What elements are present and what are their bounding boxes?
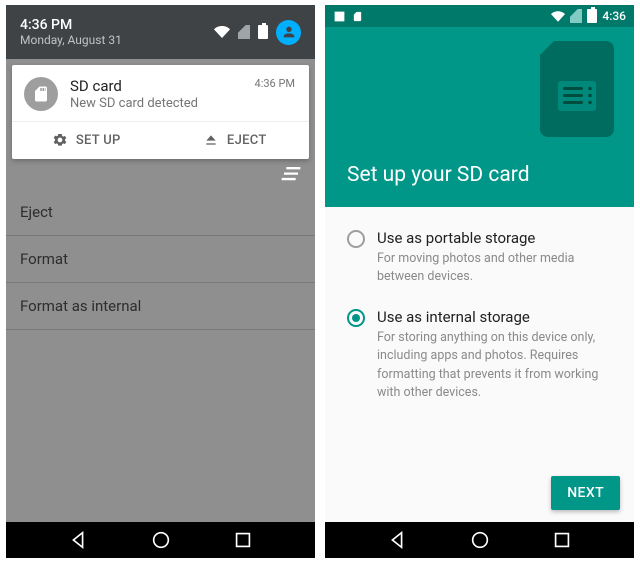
setup-label: SET UP [76, 133, 121, 148]
home-button[interactable] [469, 529, 491, 551]
status-right: 4:36 [551, 9, 626, 23]
eject-icon [203, 132, 219, 148]
radio-internal[interactable] [347, 309, 365, 327]
internal-title: Use as internal storage [377, 308, 608, 326]
portable-desc: For moving photos and other media betwee… [377, 250, 608, 286]
notification-text: SD card New SD card detected [70, 77, 243, 111]
footer: NEXT [325, 476, 634, 522]
option-portable-text: Use as portable storage For moving photo… [377, 229, 608, 286]
image-icon [333, 10, 346, 23]
status-time: 4:36 [602, 9, 626, 23]
notification-actions: SET UP EJECT [12, 121, 309, 159]
internal-desc: For storing anything on this device only… [377, 329, 608, 402]
status-icons [214, 20, 301, 45]
wifi-icon [214, 26, 230, 38]
battery-icon [587, 9, 597, 23]
time-label: 4:36 PM [20, 17, 214, 34]
hero-section: Set up your SD card [325, 27, 634, 207]
navigation-bar [325, 522, 634, 558]
navigation-bar [6, 522, 315, 558]
sd-card-illustration [540, 41, 614, 137]
gear-icon [52, 132, 68, 148]
datetime-block: 4:36 PM Monday, August 31 [20, 17, 214, 48]
status-left [333, 10, 363, 23]
page-title: Set up your SD card [347, 163, 530, 187]
left-content: 4:36 PM Monday, August 31 SD card New S [6, 5, 315, 522]
sd-card-notification[interactable]: SD card New SD card detected 4:36 PM SET… [12, 65, 309, 159]
portable-title: Use as portable storage [377, 229, 608, 247]
menu-format[interactable]: Format [6, 236, 315, 283]
wifi-icon [551, 11, 565, 22]
sd-icon [352, 10, 363, 23]
status-bar: 4:36 [325, 5, 634, 27]
battery-icon [258, 25, 268, 39]
phone-right: 4:36 Set up your SD card Use as portable… [325, 5, 634, 558]
clear-all-icon [281, 167, 301, 181]
setup-button[interactable]: SET UP [12, 122, 161, 159]
back-button[interactable] [67, 529, 89, 551]
date-label: Monday, August 31 [20, 33, 214, 47]
notification-time: 4:36 PM [255, 77, 295, 90]
user-avatar[interactable] [276, 20, 301, 45]
back-button[interactable] [386, 529, 408, 551]
notification-subtitle: New SD card detected [70, 96, 243, 111]
phone-left: 4:36 PM Monday, August 31 SD card New S [6, 5, 315, 558]
overview-button[interactable] [232, 529, 254, 551]
home-button[interactable] [150, 529, 172, 551]
notification-body: SD card New SD card detected 4:36 PM [12, 65, 309, 121]
next-button[interactable]: NEXT [551, 476, 620, 510]
radio-portable[interactable] [347, 230, 365, 248]
sim-icon [238, 25, 250, 39]
sim-icon [570, 9, 582, 23]
storage-options: Use as portable storage For moving photo… [325, 207, 634, 476]
option-portable[interactable]: Use as portable storage For moving photo… [347, 229, 608, 286]
right-content: 4:36 Set up your SD card Use as portable… [325, 5, 634, 522]
notification-title: SD card [70, 77, 243, 95]
option-internal[interactable]: Use as internal storage For storing anyt… [347, 308, 608, 402]
menu-eject[interactable]: Eject [6, 189, 315, 236]
eject-button[interactable]: EJECT [161, 122, 310, 159]
clear-all-row[interactable] [6, 159, 315, 189]
option-internal-text: Use as internal storage For storing anyt… [377, 308, 608, 402]
eject-label: EJECT [227, 133, 267, 148]
overview-button[interactable] [551, 529, 573, 551]
quick-settings-header: 4:36 PM Monday, August 31 [6, 5, 315, 59]
options-menu: Eject Format Format as internal [6, 189, 315, 330]
menu-format-internal[interactable]: Format as internal [6, 283, 315, 330]
sd-card-icon [24, 77, 58, 111]
